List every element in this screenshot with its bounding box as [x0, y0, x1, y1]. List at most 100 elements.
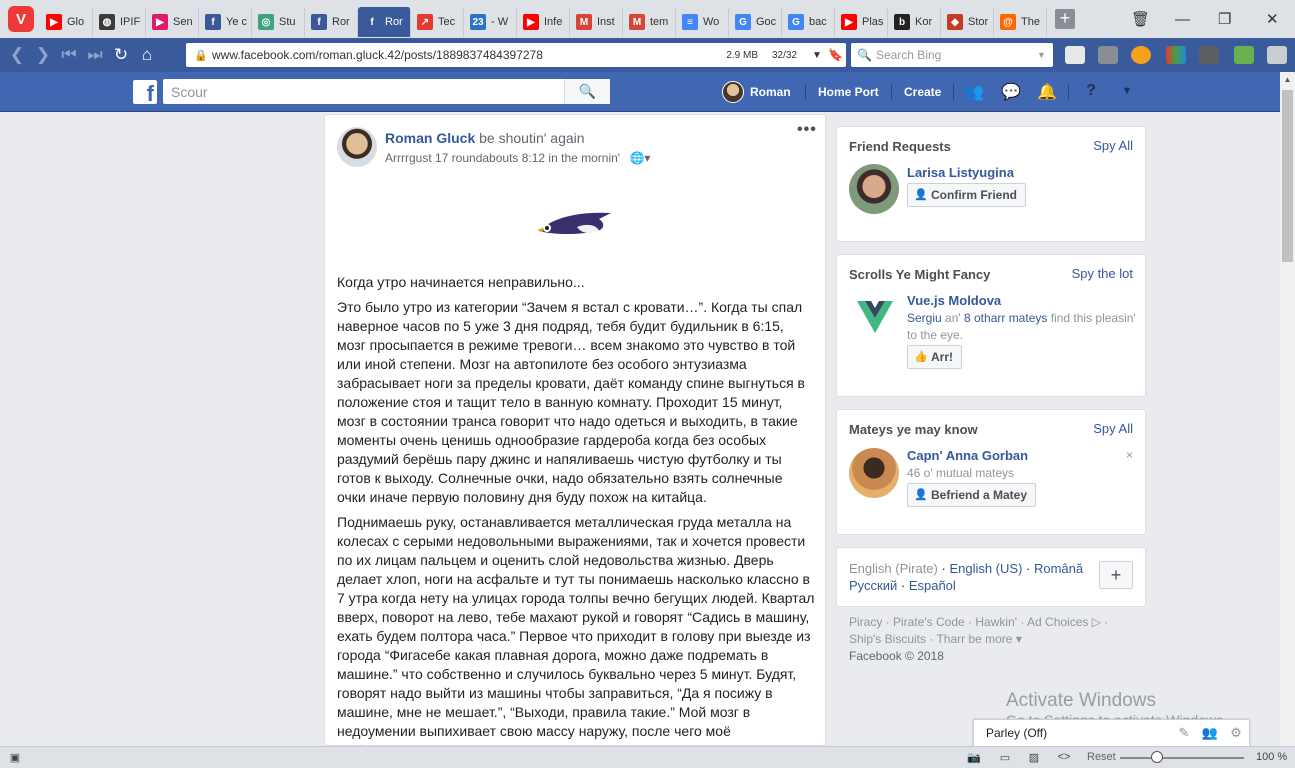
zoom-slider-handle[interactable] — [1151, 751, 1164, 763]
messenger-icon[interactable]: 💬 — [1000, 82, 1022, 102]
zoom-slider[interactable] — [1120, 757, 1244, 759]
restore-icon[interactable]: ❐ — [1218, 0, 1231, 38]
url-field[interactable]: 🔒 www.facebook.com/roman.gluck.42/posts/… — [186, 43, 846, 67]
browser-tab[interactable]: ◆ Stor — [941, 7, 994, 37]
footer-link[interactable]: Ad Choices ▷ — [1027, 615, 1101, 629]
author-link[interactable]: Roman Gluck — [385, 130, 475, 146]
window-icon[interactable]: ▭ — [998, 751, 1012, 764]
image-icon[interactable]: ▨ — [1027, 751, 1041, 764]
browser-tab[interactable]: ◎ Stu — [252, 7, 305, 37]
notifications-icon[interactable]: 🔔 — [1036, 82, 1058, 102]
browser-tab[interactable]: ≡ Wo — [676, 7, 729, 37]
browser-tab[interactable]: 23 - W — [464, 7, 517, 37]
browser-tab[interactable]: ▶ Infe — [517, 7, 570, 37]
profile-link[interactable]: Roman — [722, 72, 791, 112]
browser-tab[interactable]: Gbac — [782, 7, 835, 37]
search-icon[interactable]: 🔍 — [564, 79, 610, 104]
browser-tab[interactable]: ↗ Tec — [411, 7, 464, 37]
extension-icon[interactable] — [1098, 46, 1118, 64]
vivaldi-menu-icon[interactable]: V — [8, 6, 34, 32]
footer-link[interactable]: Hawkin' — [975, 615, 1017, 629]
close-window-icon[interactable]: ✕ — [1266, 0, 1279, 38]
scrollbar-thumb[interactable] — [1282, 90, 1293, 262]
new-tab-button[interactable]: + — [1055, 9, 1075, 29]
download-icon[interactable] — [1234, 46, 1254, 64]
browser-tab[interactable]: f Ror — [358, 7, 411, 37]
page-name[interactable]: Vue.js Moldova — [907, 293, 1001, 308]
browser-tab[interactable]: b Kor — [888, 7, 941, 37]
friend-link[interactable]: Sergiu — [907, 311, 942, 325]
scroll-up-icon[interactable]: ▲ — [1280, 72, 1295, 87]
confirm-friend-button[interactable]: 👤 Confirm Friend — [907, 183, 1026, 207]
pocket-icon[interactable] — [1199, 46, 1219, 64]
others-link[interactable]: 8 otharr mateys — [964, 311, 1047, 325]
chat-bar[interactable]: Parley (Off) ✎ 👥 ⚙ — [973, 719, 1250, 747]
friend-request-name[interactable]: Larisa Listyugina — [907, 165, 1014, 180]
browser-tab[interactable]: ▶ Sen — [146, 7, 199, 37]
post-options-icon[interactable]: ••• — [797, 121, 817, 139]
language-option[interactable]: Русский — [849, 578, 897, 593]
facebook-logo-icon[interactable]: f — [133, 80, 157, 104]
home-icon[interactable]: ⌂ — [134, 42, 160, 68]
friend-requests-icon[interactable]: 👥 — [963, 82, 985, 102]
language-option[interactable]: Română — [1034, 561, 1083, 576]
group-icon[interactable]: 👥 — [1197, 725, 1223, 741]
home-link[interactable]: Home Port — [818, 72, 879, 112]
avatar[interactable] — [849, 448, 899, 498]
back-icon[interactable]: ❮ — [4, 42, 30, 68]
panel-toggle-icon[interactable]: ▣ — [8, 751, 22, 764]
footer-link[interactable]: Pirate's Code — [893, 615, 965, 629]
mutual-friends[interactable]: 46 o' mutual mateys — [907, 465, 1014, 482]
facebook-search-input[interactable] — [163, 83, 564, 100]
zoom-reset-button[interactable]: Reset — [1087, 751, 1116, 763]
compose-icon[interactable]: ✎ — [1171, 725, 1197, 741]
close-icon[interactable]: × — [1126, 448, 1133, 462]
create-link[interactable]: Create — [904, 72, 941, 112]
url-dropdown-icon[interactable]: ▼ — [812, 50, 828, 61]
fast-forward-icon[interactable]: ⏭ — [82, 42, 108, 68]
page-scrollbar[interactable]: ▲ — [1280, 72, 1295, 746]
suggested-person-name[interactable]: Capn' Anna Gorban — [907, 448, 1028, 463]
add-friend-button[interactable]: 👤 Befriend a Matey — [907, 483, 1037, 507]
see-all-link[interactable]: Spy All — [1093, 421, 1133, 436]
rewind-icon[interactable]: ⏮ — [56, 42, 82, 68]
extension-icon[interactable] — [1166, 46, 1186, 64]
footer-link[interactable]: Piracy — [849, 615, 882, 629]
browser-tab[interactable]: Mtem — [623, 7, 676, 37]
browser-tab[interactable]: ▶ Glo — [40, 7, 93, 37]
browser-tab[interactable]: ▶ Plas — [835, 7, 888, 37]
bookmark-icon[interactable]: 🔖 — [828, 48, 846, 62]
help-icon[interactable]: ? — [1080, 82, 1102, 102]
avatar[interactable] — [849, 164, 899, 214]
extension-icon[interactable] — [1065, 46, 1085, 64]
camera-icon[interactable]: 📷 — [967, 751, 981, 764]
browser-tab[interactable]: f Ye c — [199, 7, 252, 37]
reload-icon[interactable]: ↻ — [108, 42, 134, 68]
footer-link[interactable]: Ship's Biscuits — [849, 632, 926, 646]
minimize-icon[interactable]: — — [1175, 0, 1190, 38]
language-option[interactable]: English (US) — [949, 561, 1022, 576]
account-menu-icon[interactable]: ▼ — [1116, 85, 1138, 105]
see-all-link[interactable]: Spy All — [1093, 138, 1133, 153]
like-page-button[interactable]: 👍 Arr! — [907, 345, 963, 369]
see-all-link[interactable]: Spy the lot — [1072, 266, 1133, 281]
extension-icon[interactable] — [1267, 46, 1287, 64]
browser-tab[interactable]: f Ror — [305, 7, 358, 37]
trash-icon[interactable]: 🗑 — [1131, 0, 1150, 38]
vue-logo-icon[interactable] — [855, 297, 895, 337]
author-avatar[interactable] — [337, 127, 377, 167]
gear-icon[interactable]: ⚙ — [1223, 725, 1249, 741]
browser-tab[interactable]: M Inst — [570, 7, 623, 37]
browser-tab[interactable]: ◍ IPIF — [93, 7, 146, 37]
extension-icon[interactable] — [1131, 46, 1151, 64]
chevron-down-icon[interactable]: ▼ — [1037, 50, 1053, 60]
forward-icon[interactable]: ❯ — [30, 42, 56, 68]
post-timestamp[interactable]: Arrrrgust 17 roundabouts 8:12 in the mor… — [385, 151, 620, 165]
search-engine-field[interactable]: 🔍 Search Bing ▼ — [851, 43, 1053, 67]
footer-link[interactable]: Tharr be more ▾ — [936, 632, 1021, 646]
add-language-button[interactable]: + — [1099, 561, 1133, 589]
browser-tab[interactable]: G Goc — [729, 7, 782, 37]
code-icon[interactable]: <> — [1057, 751, 1071, 763]
browser-tab[interactable]: @ The — [994, 7, 1047, 37]
globe-icon[interactable]: 🌐▾ — [629, 151, 650, 165]
